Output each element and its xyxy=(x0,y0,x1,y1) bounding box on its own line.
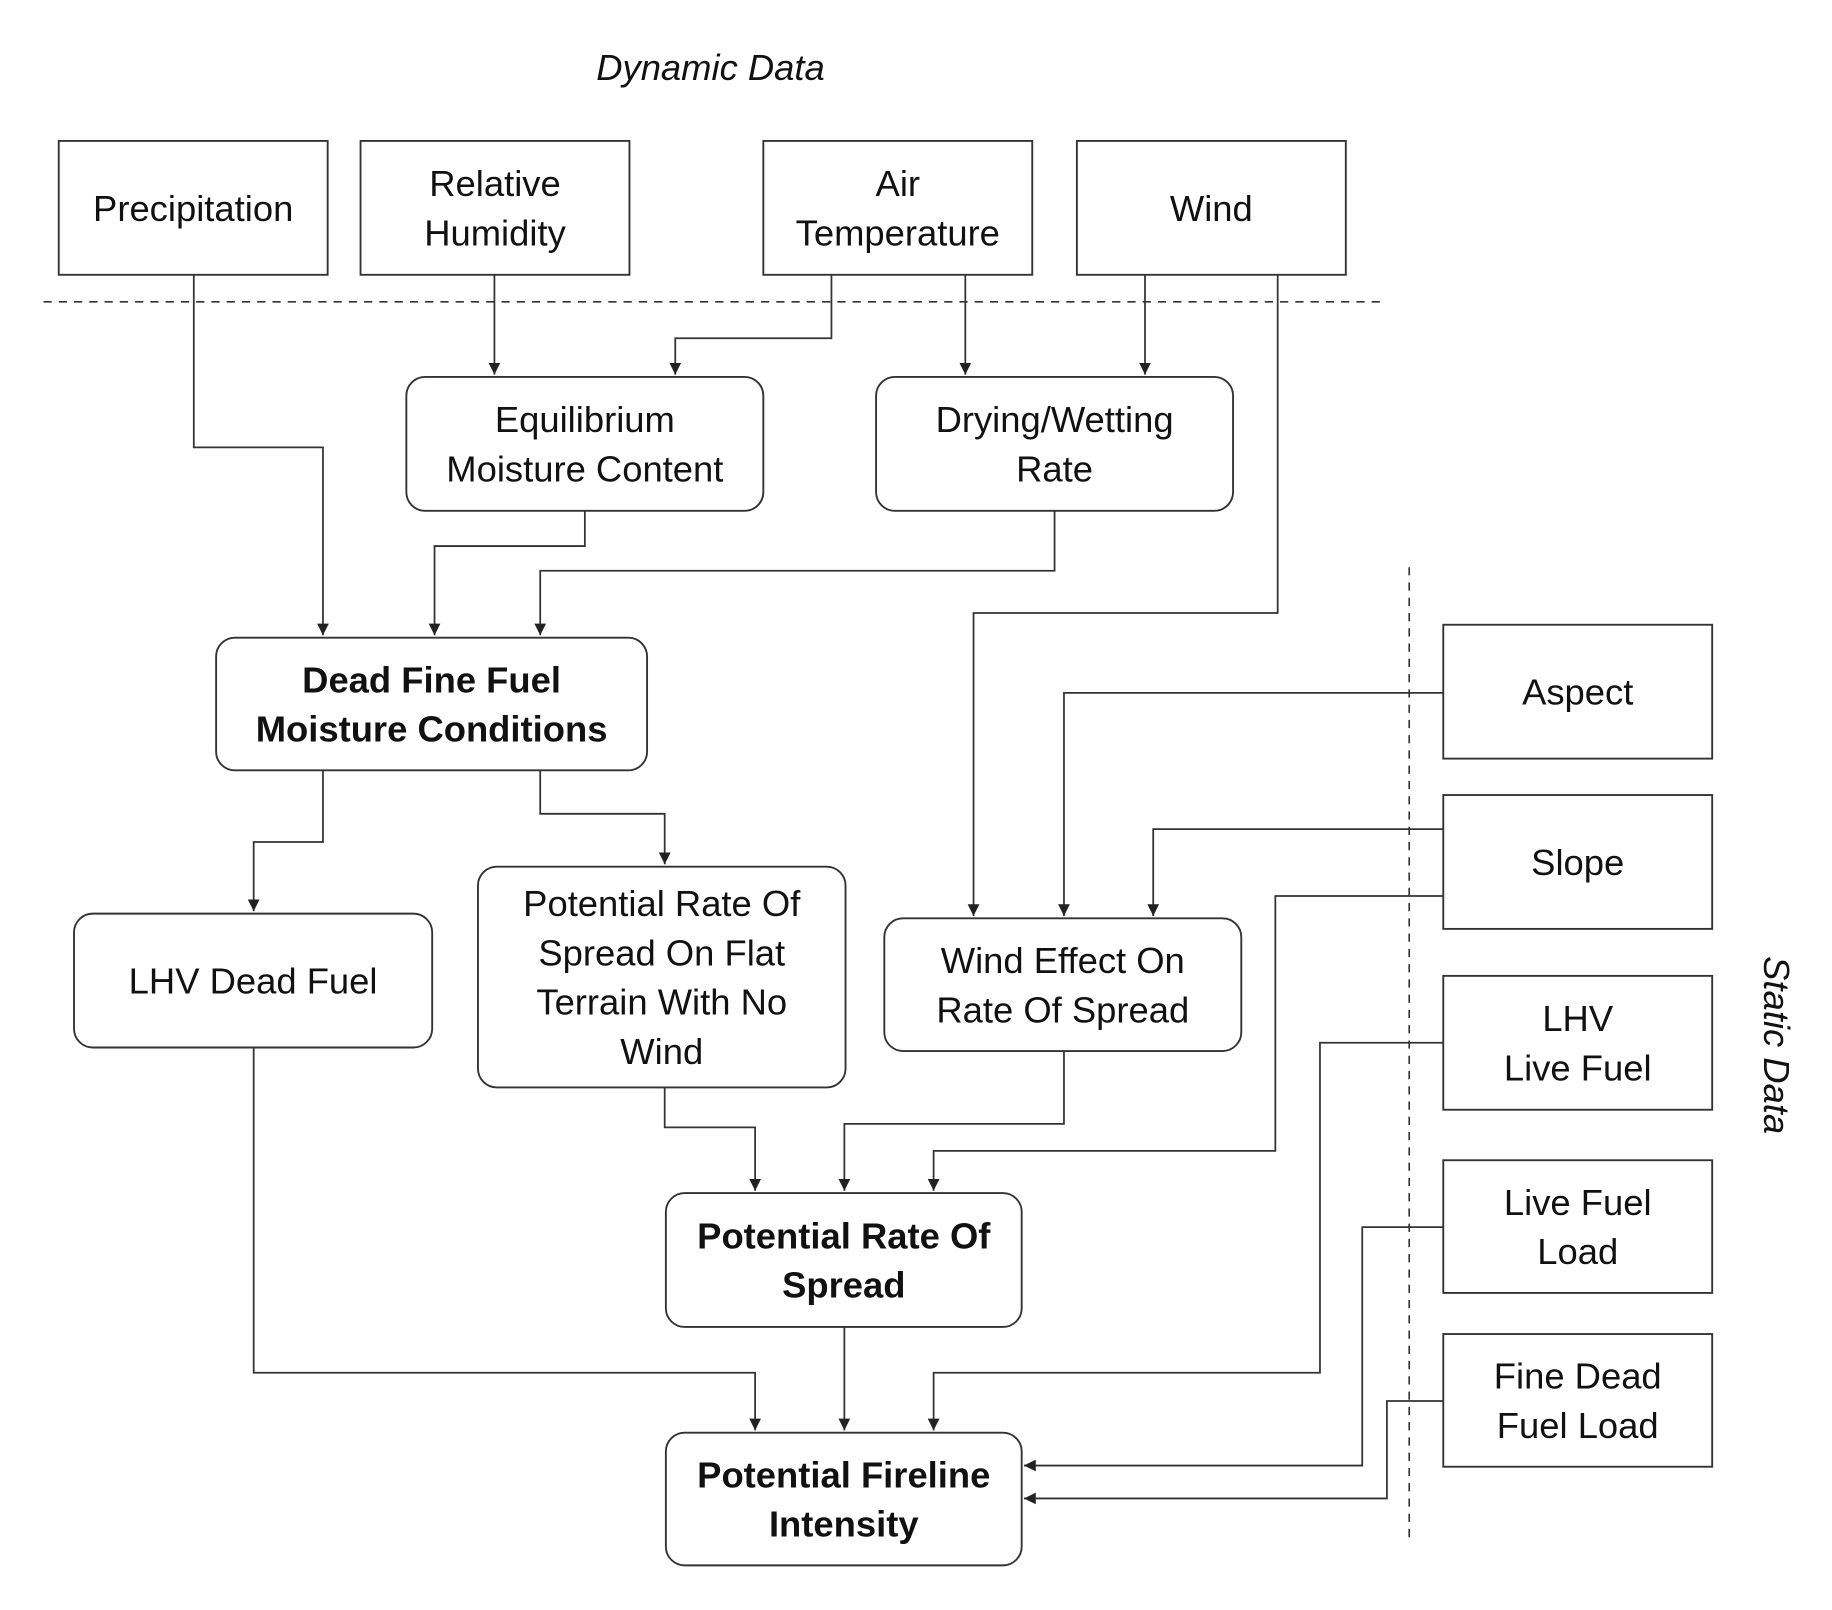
node-label: Fine Dead xyxy=(1494,1356,1662,1397)
node-label: Rate Of Spread xyxy=(936,989,1189,1030)
node-label: Potential Rate Of xyxy=(697,1215,991,1256)
edge-live-fuel-load-to-pfi xyxy=(1024,1226,1444,1472)
edge-pros-flat-to-pros xyxy=(663,1087,761,1191)
node-label: Intensity xyxy=(769,1504,919,1545)
node-box xyxy=(664,1192,1023,1328)
static-data-label: Static Data xyxy=(1756,956,1797,1134)
node-wind-effect: Wind Effect On Rate Of Spread xyxy=(883,917,1243,1052)
node-box xyxy=(883,917,1243,1052)
node-box xyxy=(1442,974,1714,1111)
node-label: Dead Fine Fuel xyxy=(302,659,561,700)
node-label: Air xyxy=(876,163,920,204)
dynamic-data-label: Dynamic Data xyxy=(596,47,825,88)
node-box xyxy=(215,636,649,772)
node-emc: Equilibrium Moisture Content xyxy=(405,376,765,512)
edge-slope-to-wind-effect xyxy=(1147,828,1444,916)
node-wind: Wind xyxy=(1075,139,1347,276)
node-pfi: Potential Fireline Intensity xyxy=(664,1431,1023,1567)
node-air-temperature: Air Temperature xyxy=(762,139,1034,276)
node-label: Spread xyxy=(782,1265,905,1306)
node-box xyxy=(875,376,1235,512)
node-lhv-dead: LHV Dead Fuel xyxy=(73,912,434,1049)
node-pros: Potential Rate Of Spread xyxy=(664,1192,1023,1328)
edge-precipitation-to-dffmc xyxy=(192,274,329,636)
node-aspect: Aspect xyxy=(1442,623,1714,760)
node-fine-dead-fuel-load: Fine Dead Fuel Load xyxy=(1442,1333,1714,1468)
node-label: Precipitation xyxy=(93,188,293,229)
node-label: Relative xyxy=(429,163,560,204)
edge-dffmc-to-pros-flat xyxy=(539,770,671,865)
node-label: Equilibrium xyxy=(495,399,675,440)
node-box xyxy=(1442,1333,1714,1468)
edge-emc-to-dffmc xyxy=(428,510,586,636)
edge-dffmc-to-lhv-dead xyxy=(247,770,324,912)
node-box xyxy=(405,376,765,512)
node-label: Drying/Wetting xyxy=(936,399,1174,440)
node-label: Potential Fireline xyxy=(697,1454,990,1495)
edge-wind-effect-to-pros xyxy=(838,1051,1065,1191)
node-label: Load xyxy=(1537,1231,1618,1272)
node-label: Terrain With No xyxy=(536,982,787,1023)
node-slope: Slope xyxy=(1442,794,1714,930)
node-box xyxy=(1442,1159,1714,1294)
fire-behavior-flow-diagram: Dynamic Data Static Data Precipitation Re… xyxy=(43,47,1797,1567)
node-label: Moisture Conditions xyxy=(256,709,608,750)
node-label: Potential Rate Of xyxy=(523,883,801,924)
node-box xyxy=(664,1431,1023,1567)
node-label: Wind Effect On xyxy=(941,940,1185,981)
node-label: LHV xyxy=(1542,998,1614,1039)
edge-air-temperature-to-emc xyxy=(669,274,833,375)
node-dffmc: Dead Fine Fuel Moisture Conditions xyxy=(215,636,649,772)
edge-fine-dead-fuel-load-to-pfi xyxy=(1024,1400,1444,1505)
node-label: Rate xyxy=(1016,448,1093,489)
node-drying-wetting: Drying/Wetting Rate xyxy=(875,376,1235,512)
node-label: Humidity xyxy=(424,212,566,253)
node-label: Moisture Content xyxy=(446,448,723,489)
node-label: Wind xyxy=(620,1031,703,1072)
node-lhv-live: LHV Live Fuel xyxy=(1442,974,1714,1111)
node-label: Slope xyxy=(1531,842,1624,883)
node-relative-humidity: Relative Humidity xyxy=(359,139,631,276)
node-label: Live Fuel xyxy=(1504,1182,1652,1223)
node-label: Temperature xyxy=(796,212,1000,253)
node-label: Spread On Flat xyxy=(538,932,785,973)
node-box xyxy=(359,139,631,276)
node-precipitation: Precipitation xyxy=(57,139,329,276)
node-box xyxy=(762,139,1034,276)
node-live-fuel-load: Live Fuel Load xyxy=(1442,1159,1714,1294)
edge-aspect-to-wind-effect xyxy=(1058,691,1444,916)
node-label: Fuel Load xyxy=(1497,1405,1659,1446)
node-label: Aspect xyxy=(1522,672,1633,713)
node-pros-flat: Potential Rate Of Spread On Flat Terrain W… xyxy=(477,865,847,1089)
edge-drying-wetting-to-dffmc xyxy=(534,510,1056,636)
node-label: LHV Dead Fuel xyxy=(129,960,378,1001)
node-label: Live Fuel xyxy=(1504,1047,1652,1088)
edge-wind-to-wind-effect xyxy=(967,274,1279,916)
node-label: Wind xyxy=(1170,188,1253,229)
